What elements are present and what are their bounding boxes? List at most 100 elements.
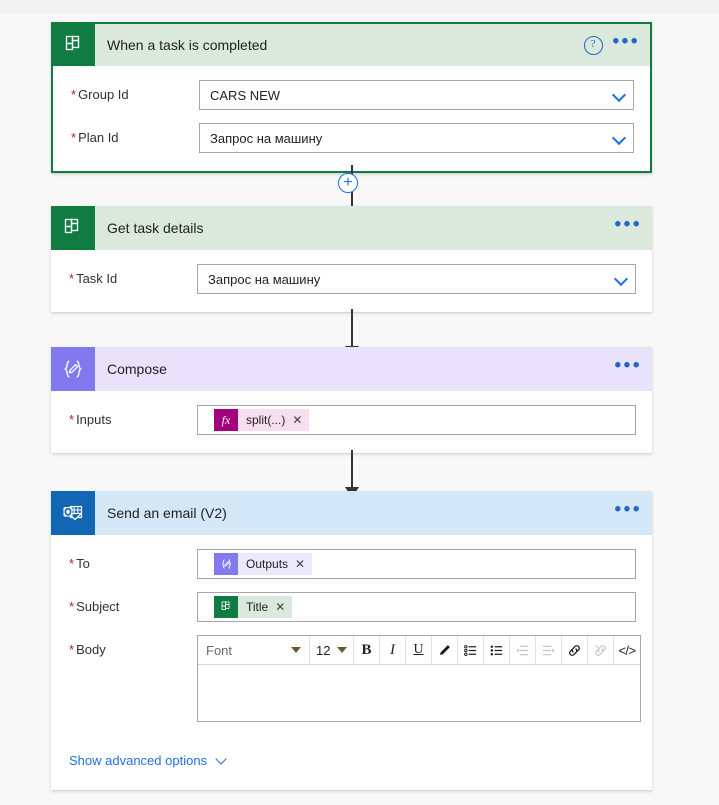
required-asterisk: * bbox=[69, 556, 75, 571]
card-header-actions: ••• bbox=[615, 491, 642, 535]
field-label-text: Subject bbox=[76, 599, 120, 614]
task-id-dropdown[interactable]: Запрос на машину bbox=[197, 264, 636, 294]
card-menu-button[interactable]: ••• bbox=[613, 32, 640, 53]
add-step-button[interactable]: + bbox=[338, 173, 358, 193]
flow-canvas: When a task is completed ? ••• * Group Id… bbox=[0, 13, 719, 805]
field-label: * Plan Id bbox=[71, 123, 199, 145]
field-row-inputs: * Inputs fx split(...) ✕ bbox=[69, 405, 636, 435]
field-label-text: Inputs bbox=[76, 412, 112, 427]
font-size-value: 12 bbox=[316, 642, 331, 658]
chevron-down-icon[interactable] bbox=[611, 87, 627, 103]
planner-icon bbox=[53, 24, 95, 66]
field-label-text: Task Id bbox=[76, 271, 118, 286]
dynamic-token-outputs[interactable]: Outputs ✕ bbox=[214, 553, 313, 575]
required-asterisk: * bbox=[69, 412, 75, 427]
group-id-dropdown[interactable]: CARS NEW bbox=[199, 80, 634, 110]
token-label: Outputs bbox=[238, 553, 296, 575]
outlook-icon bbox=[51, 491, 95, 535]
top-band bbox=[0, 0, 719, 13]
show-advanced-options-link[interactable]: Show advanced options bbox=[69, 753, 228, 768]
group-id-value: CARS NEW bbox=[210, 87, 281, 103]
remove-token-icon[interactable]: ✕ bbox=[275, 596, 293, 618]
dynamic-token-title[interactable]: Title ✕ bbox=[214, 596, 293, 618]
decrease-indent-button bbox=[510, 636, 536, 664]
increase-indent-button bbox=[536, 636, 562, 664]
body-text-area[interactable] bbox=[198, 665, 640, 721]
highlighter-button[interactable] bbox=[432, 636, 458, 664]
fx-icon: fx bbox=[214, 409, 238, 431]
card-body: * Inputs fx split(...) ✕ bbox=[51, 391, 652, 453]
field-label: * Body bbox=[69, 635, 197, 657]
field-label: * Group Id bbox=[71, 80, 199, 102]
editor-toolbar: Font 12 B I U </> bbox=[198, 636, 640, 665]
card-menu-button[interactable]: ••• bbox=[615, 500, 642, 521]
font-family-dropdown[interactable]: Font bbox=[198, 636, 310, 664]
card-header[interactable]: Compose ••• bbox=[51, 347, 652, 391]
token-label: Title bbox=[238, 596, 276, 618]
field-label-text: Group Id bbox=[78, 87, 129, 102]
card-header-actions: ••• bbox=[615, 347, 642, 391]
chevron-down-icon bbox=[337, 647, 347, 653]
plan-id-dropdown[interactable]: Запрос на машину bbox=[199, 123, 634, 153]
card-title: Get task details bbox=[107, 220, 204, 236]
card-menu-button[interactable]: ••• bbox=[615, 356, 642, 377]
remove-token-icon[interactable]: ✕ bbox=[292, 409, 310, 431]
card-get-task-details[interactable]: Get task details ••• * Task Id Запрос на … bbox=[51, 206, 652, 312]
card-menu-button[interactable]: ••• bbox=[615, 215, 642, 236]
card-header[interactable]: Get task details ••• bbox=[51, 206, 652, 250]
card-title: Send an email (V2) bbox=[107, 505, 227, 521]
field-label: * Inputs bbox=[69, 405, 197, 427]
body-rich-text-editor[interactable]: Font 12 B I U </> bbox=[197, 635, 641, 722]
numbered-list-button[interactable] bbox=[484, 636, 510, 664]
task-id-value: Запрос на машину bbox=[208, 271, 321, 287]
subject-field[interactable]: Title ✕ bbox=[197, 592, 636, 622]
inputs-field[interactable]: fx split(...) ✕ bbox=[197, 405, 636, 435]
chevron-down-icon[interactable] bbox=[613, 271, 629, 287]
required-asterisk: * bbox=[71, 87, 77, 102]
compose-icon bbox=[51, 347, 95, 391]
card-body: * To Outputs ✕ * Subject Title ✕ * Body … bbox=[51, 535, 652, 790]
insert-link-button[interactable] bbox=[562, 636, 588, 664]
code-view-button[interactable]: </> bbox=[614, 636, 640, 664]
field-row-body: * Body Font 12 B I U </> bbox=[69, 635, 641, 722]
card-header-actions: ? ••• bbox=[583, 24, 640, 66]
card-header[interactable]: When a task is completed ? ••• bbox=[53, 24, 650, 66]
card-when-a-task-is-completed[interactable]: When a task is completed ? ••• * Group Id… bbox=[51, 22, 652, 173]
font-size-dropdown[interactable]: 12 bbox=[310, 636, 354, 664]
required-asterisk: * bbox=[69, 271, 75, 286]
chevron-down-icon bbox=[215, 754, 228, 767]
plan-id-value: Запрос на машину bbox=[210, 130, 323, 146]
card-header[interactable]: Send an email (V2) ••• bbox=[51, 491, 652, 535]
italic-button[interactable]: I bbox=[380, 636, 406, 664]
required-asterisk: * bbox=[69, 599, 75, 614]
field-row-task-id: * Task Id Запрос на машину bbox=[69, 264, 636, 294]
show-advanced-options-label: Show advanced options bbox=[69, 753, 208, 768]
required-asterisk: * bbox=[71, 130, 77, 145]
field-label-text: Plan Id bbox=[78, 130, 119, 145]
bulleted-list-button[interactable] bbox=[458, 636, 484, 664]
chevron-down-icon bbox=[291, 647, 301, 653]
remove-token-icon[interactable]: ✕ bbox=[295, 553, 313, 575]
bold-button[interactable]: B bbox=[354, 636, 380, 664]
field-row-group-id: * Group Id CARS NEW bbox=[71, 80, 634, 110]
expression-token-split[interactable]: fx split(...) ✕ bbox=[214, 409, 310, 431]
chevron-down-icon[interactable] bbox=[611, 130, 627, 146]
card-header-actions: ••• bbox=[615, 206, 642, 250]
card-title: Compose bbox=[107, 361, 167, 377]
planner-icon bbox=[214, 596, 238, 618]
card-send-an-email[interactable]: Send an email (V2) ••• * To Outputs ✕ * … bbox=[51, 491, 652, 790]
field-label: * To bbox=[69, 549, 197, 571]
compose-icon bbox=[214, 553, 238, 575]
to-field[interactable]: Outputs ✕ bbox=[197, 549, 636, 579]
field-label: * Task Id bbox=[69, 264, 197, 286]
font-family-value: Font bbox=[206, 642, 233, 658]
card-compose[interactable]: Compose ••• * Inputs fx split(...) ✕ bbox=[51, 347, 652, 453]
field-row-subject: * Subject Title ✕ bbox=[69, 592, 636, 622]
card-body: * Group Id CARS NEW * Plan Id Запрос на ма… bbox=[53, 66, 650, 171]
underline-button[interactable]: U bbox=[406, 636, 432, 664]
field-label-text: To bbox=[76, 556, 90, 571]
field-row-plan-id: * Plan Id Запрос на машину bbox=[71, 123, 634, 153]
field-label: * Subject bbox=[69, 592, 197, 614]
help-icon[interactable]: ? bbox=[583, 35, 603, 55]
card-title: When a task is completed bbox=[107, 37, 268, 53]
